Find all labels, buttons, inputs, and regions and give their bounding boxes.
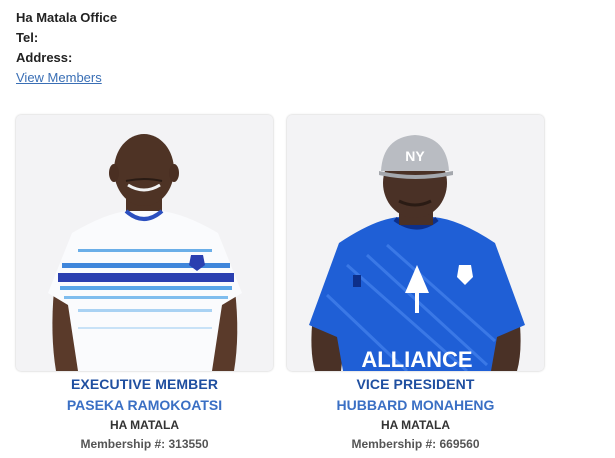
member-card: EXECUTIVE MEMBER PASEKA RAMOKOATSI HA MA… (16, 115, 273, 454)
office-tel-label: Tel: (16, 30, 39, 45)
member-branch: HA MATALA (380, 418, 451, 432)
portrait-illustration: ALLIANCE NY (287, 115, 544, 371)
portrait-illustration (16, 115, 273, 371)
member-photo[interactable]: ALLIANCE NY (287, 115, 544, 371)
member-role: EXECUTIVE MEMBER (70, 376, 219, 392)
member-card: ALLIANCE NY VICE PRESIDENT HUBBARD MONAH… (287, 115, 544, 454)
cap-logo-text: NY (405, 148, 425, 164)
shirt-sponsor-text: ALLIANCE (361, 347, 472, 371)
member-role: VICE PRESIDENT (356, 376, 475, 392)
office-info: Ha Matala Office Tel: Address: View Memb… (16, 8, 117, 88)
member-name[interactable]: PASEKA RAMOKOATSI (16, 395, 273, 416)
view-members-link[interactable]: View Members (16, 68, 102, 88)
office-address-label: Address: (16, 50, 73, 65)
member-branch: HA MATALA (109, 418, 180, 432)
office-name: Ha Matala Office (16, 10, 118, 25)
membership-number: Membership #: 313550 (80, 437, 209, 451)
member-photo[interactable] (16, 115, 273, 371)
member-name[interactable]: HUBBARD MONAHENG (287, 395, 544, 416)
membership-number: Membership #: 669560 (351, 437, 480, 451)
